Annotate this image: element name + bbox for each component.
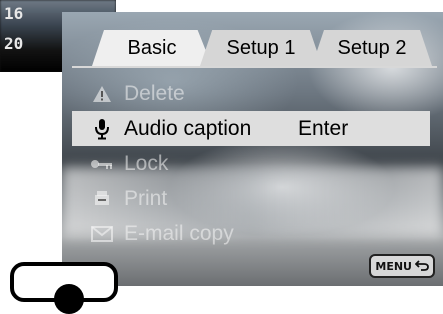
warning-icon	[88, 85, 116, 103]
menu-item-label: Audio caption	[124, 116, 252, 140]
menu-item-delete[interactable]: Delete	[72, 76, 430, 111]
menu-tabs: Basic Setup 1 Setup 2	[62, 12, 443, 68]
menu-item-label: Lock	[124, 151, 169, 175]
tab-setup-2[interactable]: Setup 2	[312, 30, 432, 66]
menu-item-label: Print	[124, 186, 168, 210]
button-dot-icon	[54, 284, 84, 314]
menu-item-email-copy[interactable]: E-mail copy	[72, 216, 430, 251]
tab-divider	[72, 66, 437, 68]
tab-basic[interactable]: Basic	[92, 30, 212, 66]
microphone-icon	[88, 118, 116, 140]
tab-setup-1[interactable]: Setup 1	[200, 30, 322, 66]
camera-button-icon	[10, 262, 118, 314]
menu-item-value: Enter	[298, 116, 349, 140]
email-icon	[88, 225, 116, 242]
menu-item-print[interactable]: Print	[72, 181, 430, 216]
menu-item-label: E-mail copy	[124, 221, 234, 245]
key-icon	[88, 158, 116, 170]
background-counter-2: 20	[4, 34, 24, 53]
menu-item-lock[interactable]: Lock	[72, 146, 430, 181]
print-icon	[88, 190, 116, 208]
menu-back-button[interactable]: MENU	[369, 254, 435, 278]
return-arrow-icon	[414, 259, 429, 274]
basic-menu-list: Delete Audio caption Enter Lock Print E-…	[72, 76, 430, 251]
camera-lcd-screen: Basic Setup 1 Setup 2 Delete Audio capti…	[62, 12, 443, 286]
menu-item-label: Delete	[124, 81, 185, 105]
menu-item-audio-caption[interactable]: Audio caption Enter	[72, 111, 430, 146]
background-counter-1: 16	[4, 4, 24, 23]
menu-button-label: MENU	[375, 259, 412, 273]
